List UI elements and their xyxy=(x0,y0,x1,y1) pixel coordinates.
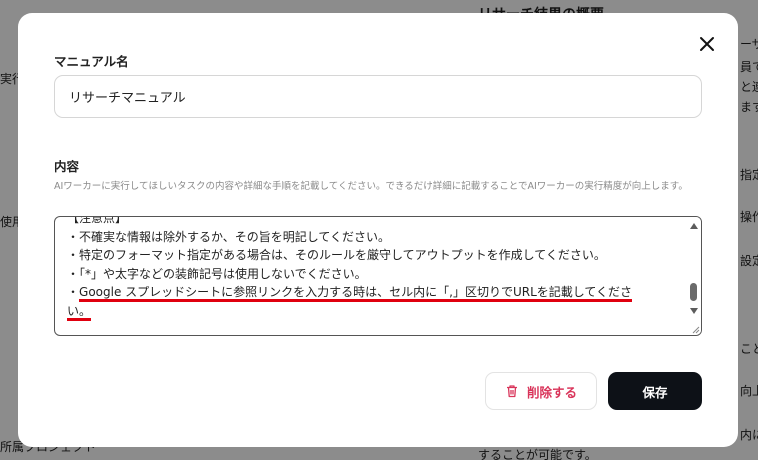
scroll-up-icon[interactable] xyxy=(690,223,698,229)
content-helper-text: AIワーカーに実行してほしいタスクの内容や詳細な手順を記載してください。できるだ… xyxy=(54,181,688,192)
manual-name-label: マニュアル名 xyxy=(54,54,129,69)
manual-name-input[interactable] xyxy=(54,75,702,118)
highlighted-text: Google スプレッドシートに参照リンクを入力する時は、セル内に「,」区切りで… xyxy=(79,285,633,302)
delete-button[interactable]: 削除する xyxy=(485,372,597,410)
content-line: ・不確実な情報は除外するか、その旨を明記してください。 xyxy=(67,229,391,244)
close-icon xyxy=(700,37,714,51)
content-line: 【注意点】 xyxy=(67,216,128,225)
content-line-highlighted-tail: い。 xyxy=(67,302,683,321)
textarea-scrollbar[interactable] xyxy=(687,217,701,335)
save-button[interactable]: 保存 xyxy=(608,372,702,410)
highlight-prefix: ・ xyxy=(67,285,80,299)
edit-manual-modal: マニュアル名 内容 AIワーカーに実行してほしいタスクの内容や詳細な手順を記載し… xyxy=(18,13,738,447)
content-label: 内容 xyxy=(54,159,80,174)
content-line: ・「*」や太字などの装飾記号は使用しないでください。 xyxy=(67,266,367,281)
close-button[interactable] xyxy=(696,33,718,55)
content-line: ・特定のフォーマット指定がある場合は、そのルールを厳守してアウトプットを作成して… xyxy=(67,248,606,262)
scroll-thumb[interactable] xyxy=(690,283,697,301)
resize-handle-icon[interactable] xyxy=(690,324,700,334)
content-textarea[interactable]: 【注意点】 ・不確実な情報は除外するか、その旨を明記してください。 ・特定のフォ… xyxy=(54,216,702,336)
delete-button-label: 削除する xyxy=(526,384,577,400)
textarea-content: 【注意点】 ・不確実な情報は除外するか、その旨を明記してください。 ・特定のフォ… xyxy=(67,216,683,321)
scroll-down-icon[interactable] xyxy=(690,308,698,314)
trash-icon xyxy=(506,385,517,398)
content-line-highlighted: ・Google スプレッドシートに参照リンクを入力する時は、セル内に「,」区切り… xyxy=(67,283,683,302)
highlighted-text-tail: い。 xyxy=(67,303,92,321)
